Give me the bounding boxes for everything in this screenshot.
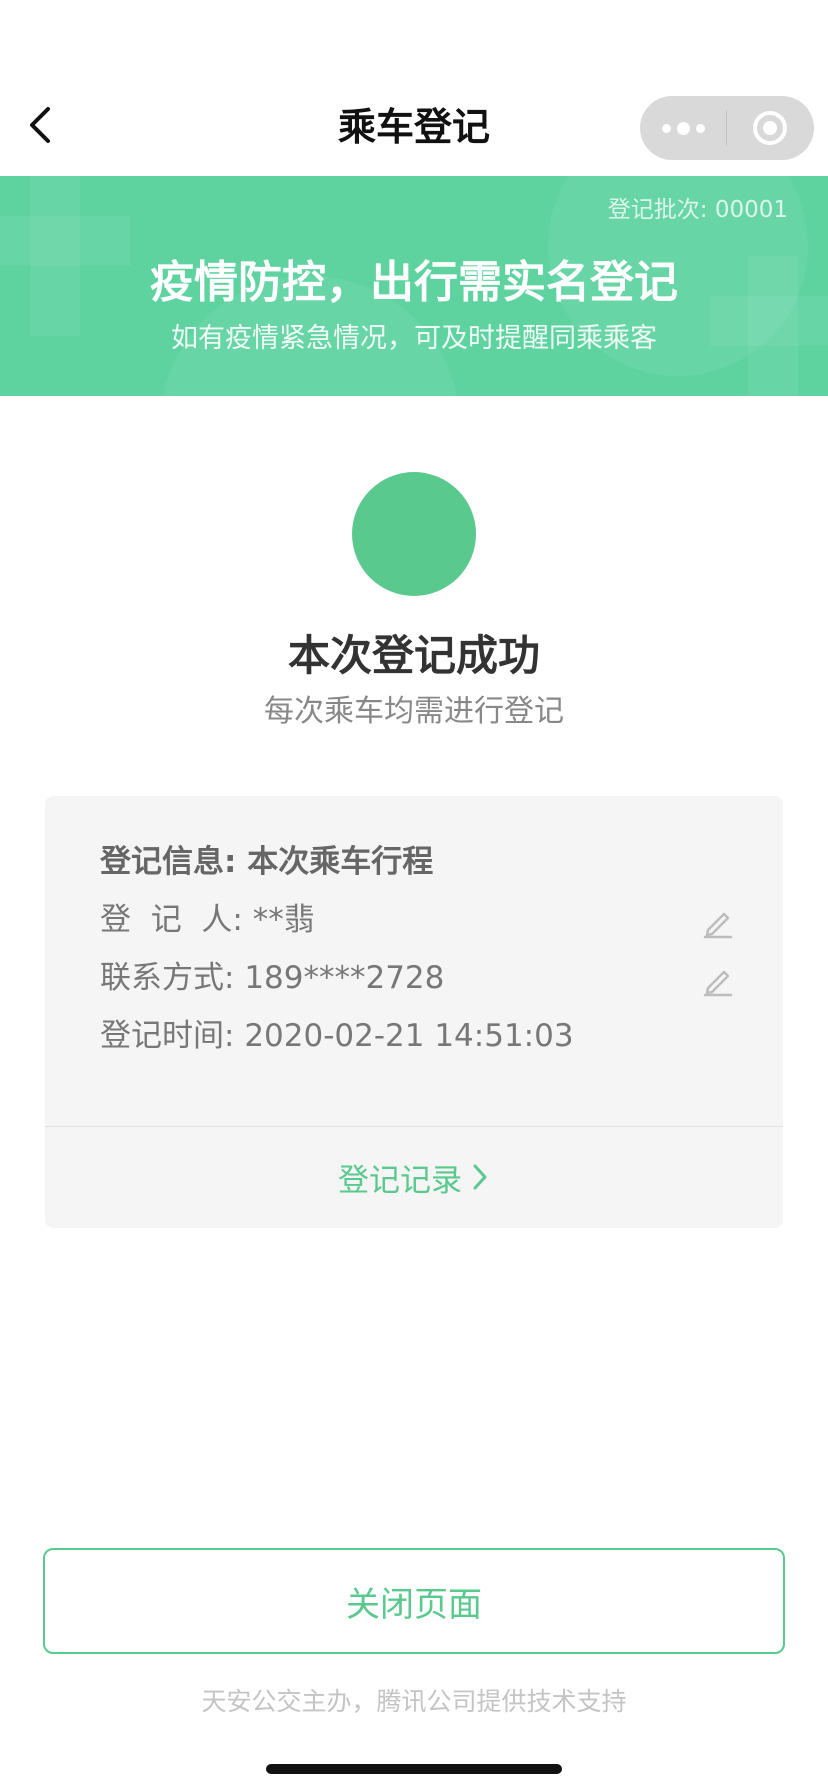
close-page-button[interactable]: 关闭页面 xyxy=(43,1548,785,1654)
chevron-right-icon xyxy=(473,1164,487,1190)
more-dots-icon xyxy=(661,121,705,135)
info-value: 本次乘车行程 xyxy=(247,844,434,880)
info-label: 登记时间: xyxy=(100,1018,245,1054)
info-row-contact: 联系方式: 189****2728 xyxy=(100,956,720,1000)
target-icon xyxy=(753,111,787,145)
close-miniprogram-button[interactable] xyxy=(727,96,813,160)
banner-title: 疫情防控，出行需实名登记 xyxy=(150,257,678,308)
pencil-icon[interactable] xyxy=(700,904,736,940)
back-button[interactable] xyxy=(14,100,64,150)
info-label: 登 记 人: xyxy=(100,902,253,938)
success-subtitle: 每次乘车均需进行登记 xyxy=(264,694,564,729)
info-value: 189****2728 xyxy=(244,960,445,996)
info-label: 联系方式: xyxy=(100,960,245,996)
info-row-registrant: 登 记 人: **翡 xyxy=(100,898,720,942)
navigation-bar: 乘车登记 xyxy=(0,0,828,176)
success-icon xyxy=(352,472,476,596)
info-value: 2020-02-21 14:51:03 xyxy=(244,1018,574,1054)
pencil-icon[interactable] xyxy=(700,962,736,998)
miniprogram-capsule xyxy=(640,96,814,160)
registration-info-card: 登记信息: 本次乘车行程 登 记 人: **翡 联系方式: 189****272… xyxy=(45,796,783,1228)
info-label: 登记信息: xyxy=(100,844,248,880)
success-title: 本次登记成功 xyxy=(287,631,540,680)
banner-subtitle: 如有疫情紧急情况，可及时提醒同乘乘客 xyxy=(171,323,657,354)
records-link-label: 登记记录 xyxy=(338,1162,462,1199)
info-value: **翡 xyxy=(252,902,315,938)
home-indicator xyxy=(266,1764,562,1774)
footer-credit: 天安公交主办，腾讯公司提供技术支持 xyxy=(201,1687,627,1716)
epidemic-banner: 登记批次: 00001 疫情防控，出行需实名登记 如有疫情紧急情况，可及时提醒同… xyxy=(0,176,828,396)
info-row-trip: 登记信息: 本次乘车行程 xyxy=(100,840,720,884)
info-row-time: 登记时间: 2020-02-21 14:51:03 xyxy=(100,1014,720,1058)
more-button[interactable] xyxy=(640,96,726,160)
batch-number: 登记批次: 00001 xyxy=(607,197,788,223)
registration-records-link[interactable]: 登记记录 xyxy=(45,1126,783,1228)
chevron-left-icon xyxy=(30,107,50,143)
